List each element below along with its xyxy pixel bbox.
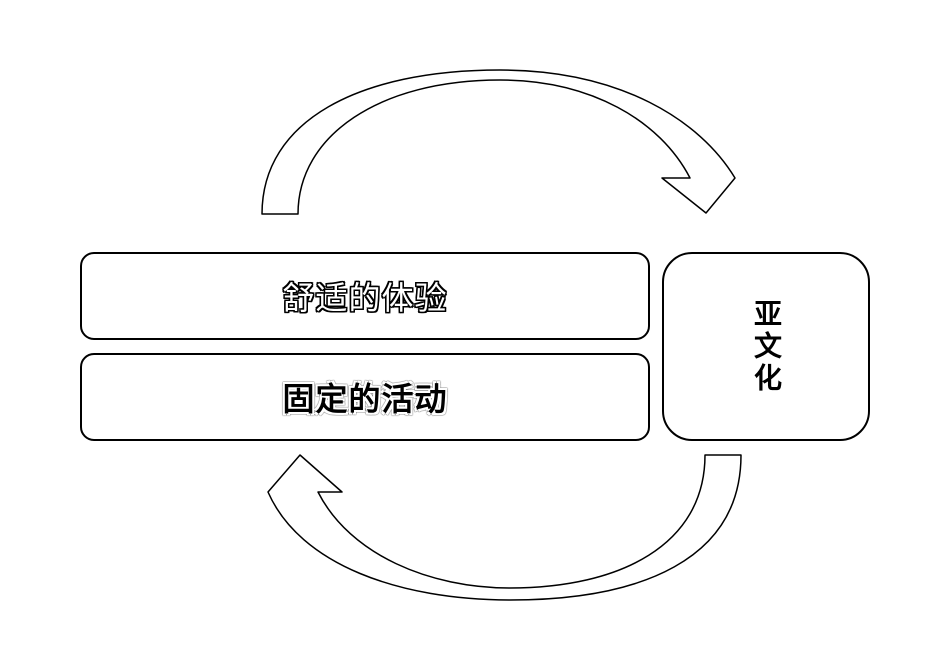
fixed-activity-box: 固定的活动 [80, 353, 650, 441]
comfortable-experience-label: 舒适的体验 [282, 279, 448, 317]
top-curved-arrow-icon [261, 69, 736, 215]
fixed-activity-label: 固定的活动 [282, 380, 448, 418]
bottom-curved-arrow-icon [267, 454, 742, 601]
subculture-label: 亚文化 [750, 298, 783, 395]
comfortable-experience-box: 舒适的体验 [80, 252, 650, 340]
subculture-box: 亚文化 [662, 252, 870, 441]
diagram-canvas: 舒适的体验 固定的活动 亚文化 [0, 0, 925, 659]
